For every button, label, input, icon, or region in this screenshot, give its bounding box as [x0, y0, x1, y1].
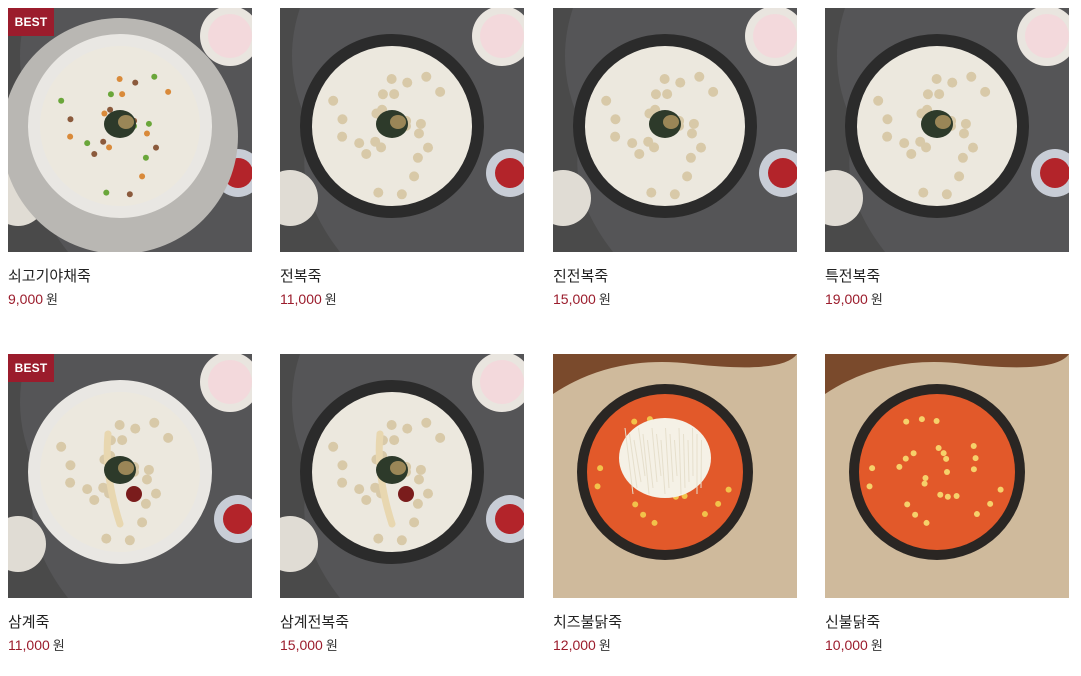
- product-card[interactable]: 치즈불닭죽 12,000 원: [553, 354, 797, 656]
- product-price: 15,000 원: [280, 636, 524, 656]
- product-card[interactable]: 신불닭죽 10,000 원: [825, 354, 1069, 656]
- price-value: 11,000: [8, 637, 50, 653]
- product-name[interactable]: 진전복죽: [553, 266, 797, 286]
- product-image[interactable]: [553, 8, 797, 252]
- product-price: 9,000 원: [8, 290, 252, 310]
- product-card[interactable]: 삼계전복죽 15,000 원: [280, 354, 524, 656]
- product-name[interactable]: 쇠고기야채죽: [8, 266, 252, 286]
- product-name[interactable]: 삼계전복죽: [280, 612, 524, 632]
- product-image[interactable]: [825, 8, 1069, 252]
- product-image[interactable]: [280, 8, 524, 252]
- price-value: 9,000: [8, 291, 44, 307]
- product-image[interactable]: [280, 354, 524, 598]
- price-currency: 원: [870, 293, 883, 308]
- price-value: 10,000: [825, 637, 868, 653]
- product-card[interactable]: 진전복죽 15,000 원: [553, 8, 797, 310]
- price-value: 19,000: [825, 291, 868, 307]
- price-currency: 원: [325, 639, 338, 654]
- product-card[interactable]: 전복죽 11,000 원: [280, 8, 524, 310]
- price-value: 15,000: [280, 637, 323, 653]
- product-image[interactable]: [553, 354, 797, 598]
- product-price: 12,000 원: [553, 636, 797, 656]
- price-currency: 원: [52, 639, 65, 654]
- product-grid: BEST 쇠고기야채죽 9,000 원 전복죽 11,000 원 진전복죽 15,000 원 특전복…: [0, 0, 1081, 676]
- best-badge: BEST: [8, 354, 54, 382]
- product-image[interactable]: [825, 354, 1069, 598]
- product-price: 11,000 원: [8, 636, 252, 656]
- price-currency: 원: [598, 293, 611, 308]
- price-value: 12,000: [553, 637, 596, 653]
- product-image[interactable]: BEST: [8, 8, 252, 252]
- best-badge: BEST: [8, 8, 54, 36]
- product-price: 15,000 원: [553, 290, 797, 310]
- product-name[interactable]: 특전복죽: [825, 266, 1069, 286]
- price-value: 15,000: [553, 291, 596, 307]
- product-price: 10,000 원: [825, 636, 1069, 656]
- price-value: 11,000: [280, 291, 322, 307]
- price-currency: 원: [870, 639, 883, 654]
- price-currency: 원: [324, 293, 337, 308]
- product-card[interactable]: 특전복죽 19,000 원: [825, 8, 1069, 310]
- price-currency: 원: [598, 639, 611, 654]
- product-price: 19,000 원: [825, 290, 1069, 310]
- product-price: 11,000 원: [280, 290, 524, 310]
- product-card[interactable]: BEST 쇠고기야채죽 9,000 원: [8, 8, 252, 310]
- product-image[interactable]: BEST: [8, 354, 252, 598]
- product-name[interactable]: 신불닭죽: [825, 612, 1069, 632]
- product-card[interactable]: BEST 삼계죽 11,000 원: [8, 354, 252, 656]
- price-currency: 원: [46, 293, 59, 308]
- product-name[interactable]: 전복죽: [280, 266, 524, 286]
- product-name[interactable]: 치즈불닭죽: [553, 612, 797, 632]
- product-name[interactable]: 삼계죽: [8, 612, 252, 632]
